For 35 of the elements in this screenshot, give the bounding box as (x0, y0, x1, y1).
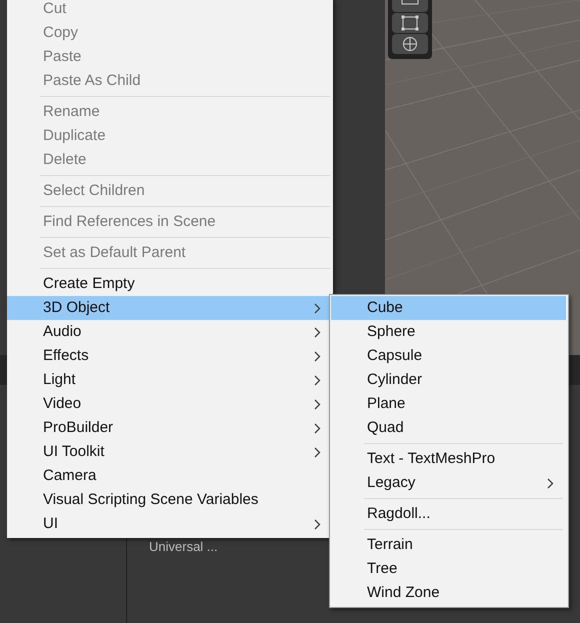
menu-item[interactable]: UI Toolkit (7, 440, 333, 464)
rect-tool-icon[interactable] (401, 15, 419, 31)
menu-item[interactable]: Cylinder (331, 368, 566, 392)
menu-item[interactable]: Capsule (331, 344, 566, 368)
chevron-right-icon (314, 302, 321, 314)
menu-item[interactable]: Wind Zone (331, 581, 566, 605)
menu-item[interactable]: Camera (7, 464, 333, 488)
chevron-right-icon (314, 446, 321, 458)
chevron-right-icon (547, 478, 554, 488)
menu-item[interactable]: Sphere (331, 320, 566, 344)
menu-item[interactable]: Terrain (331, 533, 566, 557)
menu-item[interactable]: Cube (331, 296, 566, 320)
menu-item[interactable]: Text - TextMeshPro (331, 447, 566, 471)
menu-item[interactable]: Visual Scripting Scene Variables (7, 488, 333, 512)
menu-item[interactable]: Tree (331, 557, 566, 581)
chevron-right-icon (314, 422, 321, 434)
chevron-right-icon (314, 398, 321, 410)
chevron-right-icon (314, 350, 321, 362)
menu-item[interactable]: Audio (7, 320, 333, 344)
menu-item[interactable]: Plane (331, 392, 566, 416)
menu-item[interactable]: UI (7, 512, 333, 536)
rect-icon[interactable] (401, 0, 419, 5)
chevron-right-icon (314, 326, 321, 338)
menu-item[interactable]: Quad (331, 416, 566, 440)
chevron-right-icon (314, 374, 321, 386)
menu-item[interactable]: Video (7, 392, 333, 416)
menu-item[interactable]: ProBuilder (7, 416, 333, 440)
menu-item[interactable]: Light (7, 368, 333, 392)
chevron-right-icon (314, 518, 321, 530)
menu-item[interactable]: Effects (7, 344, 333, 368)
menu-item[interactable]: Legacy (331, 471, 566, 495)
menu-item[interactable]: Ragdoll... (331, 502, 566, 526)
menu-item[interactable]: Create Empty (7, 272, 333, 296)
transform-icon[interactable] (401, 35, 419, 53)
asset-label: Universal ... (149, 539, 218, 554)
